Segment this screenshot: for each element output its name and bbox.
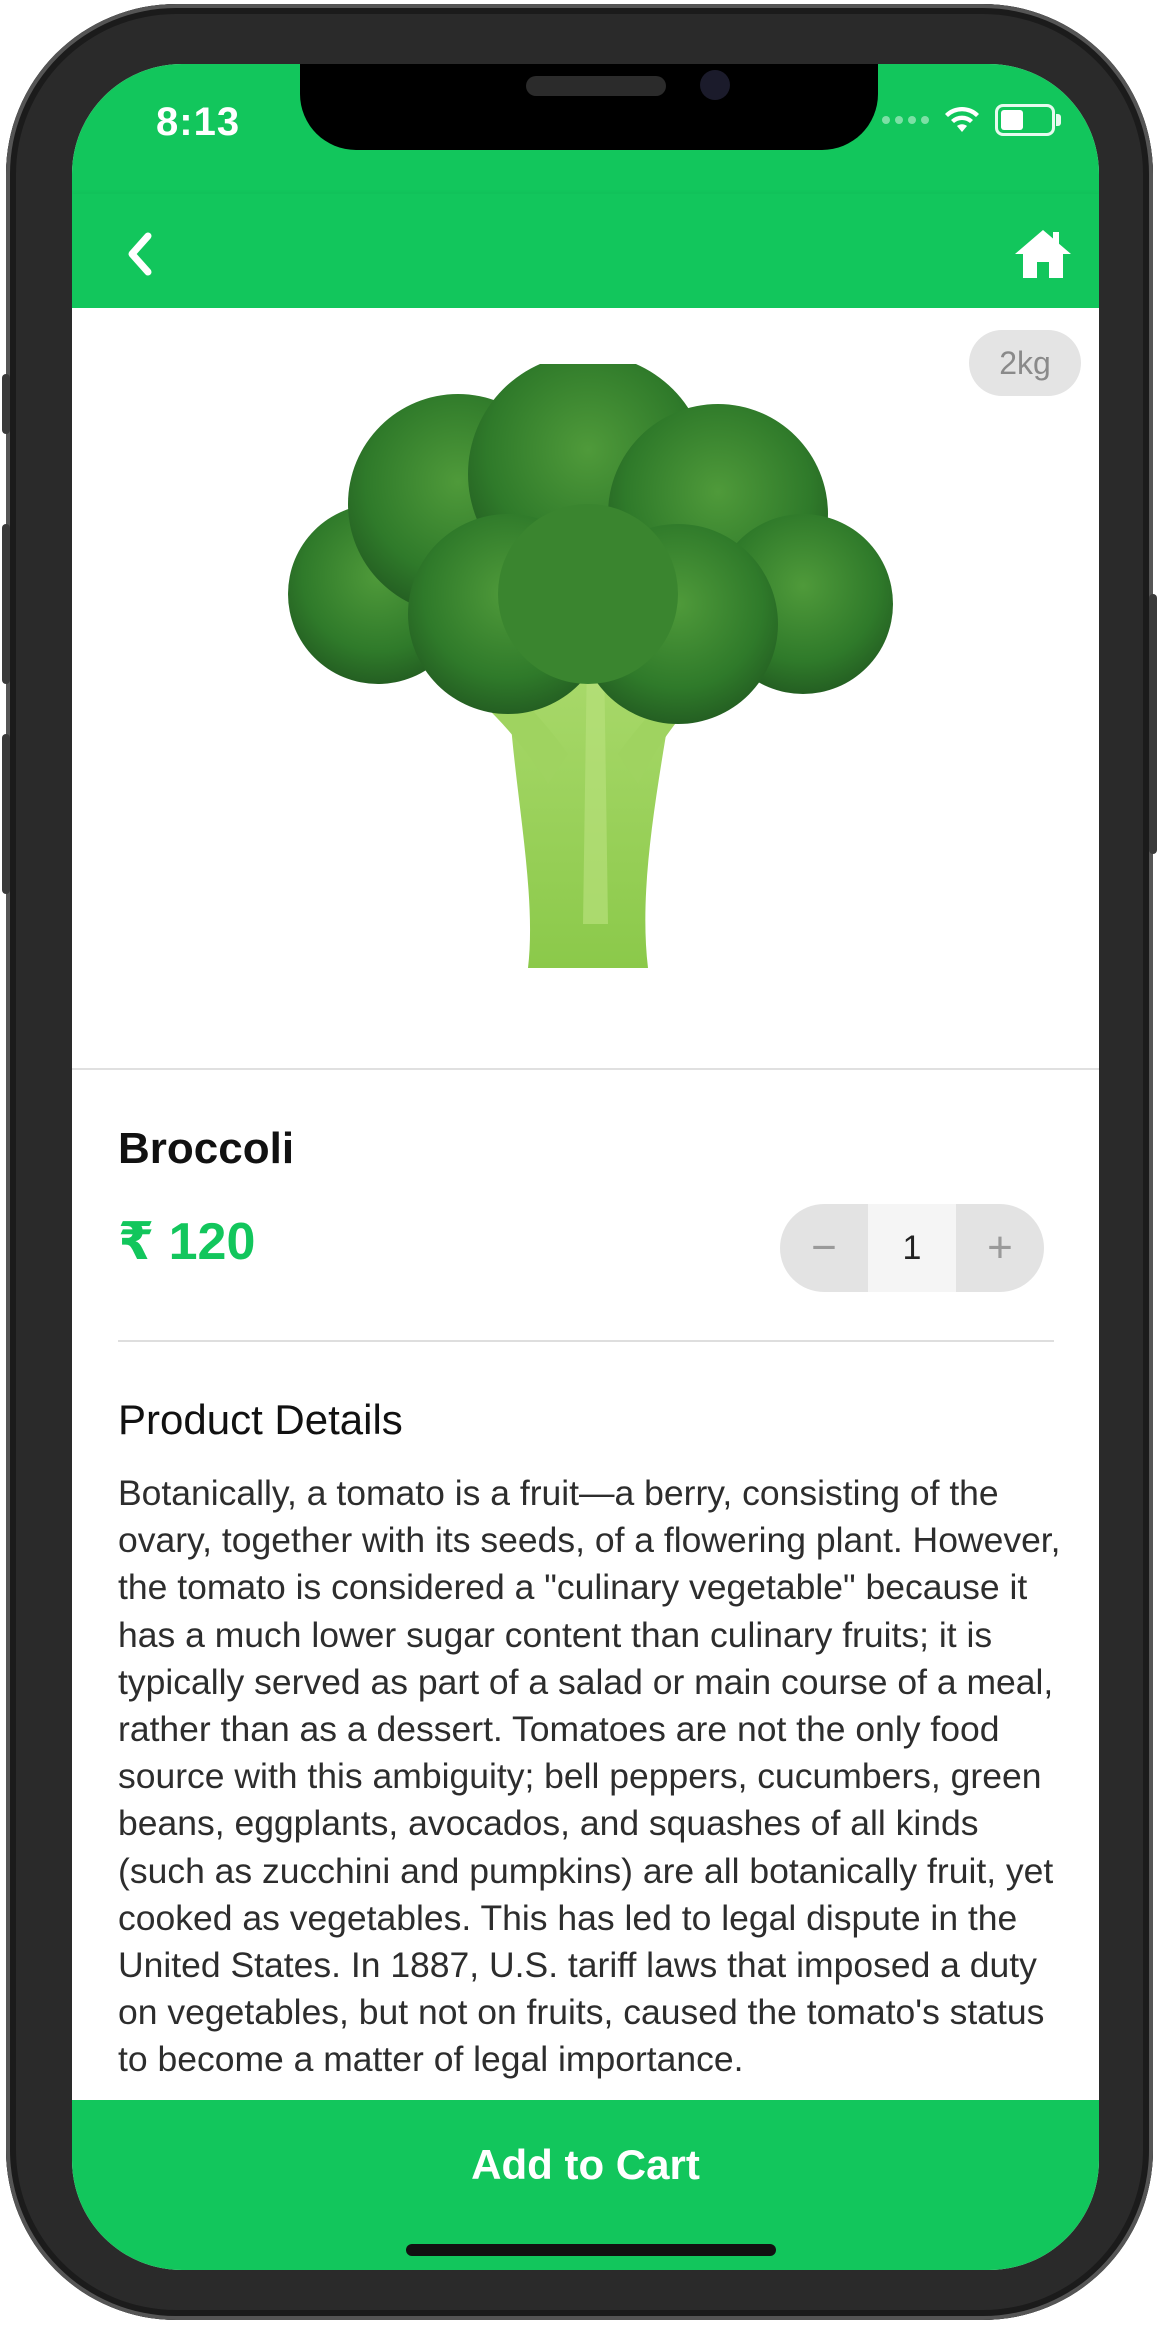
power-button [1149, 594, 1157, 854]
home-icon [1015, 230, 1071, 278]
cellular-signal-icon [882, 116, 929, 124]
wifi-icon [945, 106, 979, 132]
quantity-value: 1 [868, 1204, 956, 1292]
cart-bar: Add to Cart [72, 2100, 1099, 2270]
home-button[interactable] [1011, 222, 1075, 286]
quantity-stepper: − 1 + [780, 1204, 1044, 1292]
chevron-left-icon [128, 232, 152, 276]
broccoli-image [288, 364, 893, 968]
notch [300, 64, 878, 150]
details-text: Botanically, a tomato is a fruit—a berry… [118, 1473, 1061, 2080]
battery-icon [995, 104, 1061, 136]
add-to-cart-button[interactable]: Add to Cart [72, 2100, 1099, 2230]
back-button[interactable] [112, 224, 172, 284]
speaker-grille [526, 76, 666, 96]
status-bar: 8:13 [72, 64, 1099, 194]
product-info: Broccoli ₹ 120 − 1 + [118, 1124, 1054, 1292]
front-camera [700, 70, 730, 100]
phone-frame: 8:13 2kg Broccoli ₹ 120 − 1 + Product De… [2, 4, 1157, 2320]
volume-down-button [2, 734, 10, 894]
product-image-area: 2kg [72, 308, 1099, 1070]
status-icons [882, 104, 1061, 136]
status-time: 8:13 [156, 100, 241, 144]
product-name: Broccoli [118, 1124, 295, 1173]
increase-quantity-button[interactable]: + [956, 1204, 1044, 1292]
weight-badge: 2kg [969, 330, 1081, 396]
decrease-quantity-button[interactable]: − [780, 1204, 868, 1292]
app-bar [72, 194, 1099, 308]
home-indicator[interactable] [406, 2244, 776, 2256]
screen: 8:13 2kg Broccoli ₹ 120 − 1 + Product De… [72, 64, 1099, 2270]
divider [118, 1340, 1054, 1342]
mute-switch [2, 374, 10, 434]
volume-up-button [2, 524, 10, 684]
details-title: Product Details [118, 1396, 403, 1443]
product-price: ₹ 120 [118, 1213, 256, 1271]
